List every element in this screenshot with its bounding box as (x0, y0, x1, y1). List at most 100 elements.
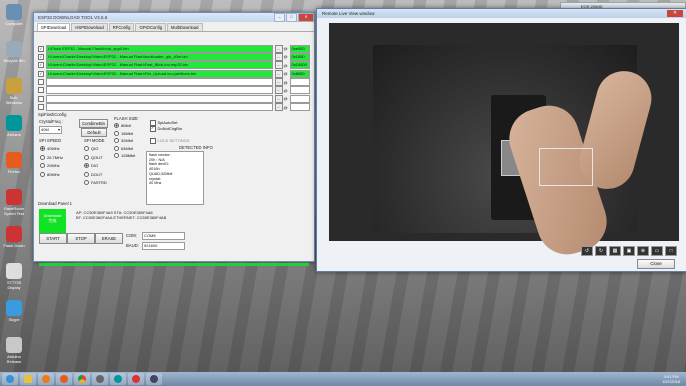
desktop-icon[interactable]: Firefox (2, 152, 26, 174)
spi-auto-set-checkbox[interactable]: SpiAutoSet (150, 120, 178, 126)
grid-icon[interactable]: ▦ (609, 246, 621, 256)
media-player-icon[interactable] (38, 373, 54, 385)
file-path-input[interactable] (45, 78, 273, 87)
flash-size-radio[interactable]: 128Mbit (114, 153, 135, 158)
start-button[interactable]: START (39, 233, 67, 244)
spi-mode-radio[interactable]: FASTRD (84, 180, 107, 185)
desktop-icon[interactable]: ST7735 Display (2, 263, 26, 290)
rotate-left-icon[interactable]: ↺ (581, 246, 593, 256)
esp-titlebar[interactable]: ESP32 DOWNLOAD TOOL V3.6.6 – □ ✕ (34, 13, 314, 22)
file-address-input[interactable]: 0x1000 (289, 52, 311, 61)
browse-button[interactable]: ... (274, 61, 283, 70)
file-address-input[interactable] (289, 103, 311, 112)
fit-icon[interactable]: ▭ (651, 246, 663, 256)
minimize-icon[interactable]: – (274, 13, 285, 22)
desktop-icon[interactable]: RaceRoom Speed Test (2, 189, 26, 216)
lock-settings-checkbox[interactable]: LOCK SETTINGS (150, 138, 190, 144)
arduino-icon[interactable] (110, 373, 126, 385)
remote-live-view-window[interactable]: Remote Live View window ✕ ↺ ↻ ▦ ▣ ⊕ ▭ □ … (316, 8, 686, 272)
maximize-icon[interactable]: □ (286, 13, 297, 22)
com-select[interactable]: COM8 (142, 232, 185, 240)
browse-button[interactable]: ... (274, 86, 283, 95)
desktop-icon[interactable]: Arduino Release (2, 337, 26, 364)
browse-button[interactable]: ... (274, 44, 283, 53)
browse-button[interactable]: ... (274, 94, 283, 103)
explorer-icon[interactable] (20, 373, 36, 385)
white-balance-icon[interactable]: ▣ (623, 246, 635, 256)
file-checkbox[interactable] (38, 95, 44, 102)
flash-size-radio[interactable]: 8Mbit (114, 123, 131, 128)
close-icon[interactable]: ✕ (298, 13, 314, 22)
fullscreen-icon[interactable]: □ (665, 246, 677, 256)
zoom-icon[interactable]: ⊕ (637, 246, 649, 256)
tab-rfconfig[interactable]: RFConfig (108, 23, 135, 31)
firefox-icon[interactable] (56, 373, 72, 385)
file-checkbox[interactable]: ✓ (38, 45, 44, 52)
file-path-input[interactable]: I:\Flash ESP32 - Manual Flash\boot_app0.… (45, 44, 273, 53)
desktop-icon[interactable]: Flash Down (2, 226, 26, 248)
crystal-freq-select[interactable]: 40M ▾ (39, 126, 62, 134)
file-checkbox[interactable] (38, 79, 44, 86)
file-checkbox[interactable]: ✓ (38, 62, 44, 69)
focus-frame[interactable] (539, 148, 593, 186)
desktop-icon[interactable]: Computer (2, 4, 26, 26)
file-address-input[interactable] (289, 86, 311, 95)
browse-button[interactable]: ... (274, 52, 283, 61)
esp-tool-icon[interactable] (128, 373, 144, 385)
browse-button[interactable]: ... (274, 78, 283, 87)
file-path-input[interactable] (45, 94, 273, 103)
tab-multidownload[interactable]: MultiDownload (167, 23, 203, 31)
tab-gpioconfig[interactable]: GPIOConfig (135, 23, 167, 31)
file-path-input[interactable]: I:\Users\Charlie\Desktop\Video\ESP32 - M… (45, 69, 273, 78)
flash-size-radio[interactable]: 64Mbit (114, 145, 133, 151)
live-view-titlebar[interactable]: Remote Live View window ✕ (317, 9, 686, 18)
file-address-input[interactable]: 0x10000 (289, 61, 311, 70)
file-path-input[interactable] (45, 86, 273, 95)
do-not-chg-bin-checkbox[interactable]: ✓ DoNotChgBin (150, 126, 182, 132)
flash-size-radio[interactable]: 32Mbit (114, 138, 133, 143)
combine-bin-button[interactable]: CombineBin (79, 119, 108, 128)
start-orb-icon[interactable] (2, 373, 18, 385)
spi-mode-radio[interactable]: DOUT (84, 171, 102, 177)
file-path-input[interactable] (45, 103, 273, 112)
file-address-input[interactable]: 0x8000 (289, 69, 311, 78)
default-button[interactable]: Default (81, 128, 107, 137)
desktop-icon[interactable]: Skype (2, 300, 26, 322)
file-checkbox[interactable]: ✓ (38, 70, 44, 77)
file-address-input[interactable] (289, 94, 311, 103)
file-path-input[interactable]: I:\Users\Charlie\Desktop\Video\ESP32 - M… (45, 61, 273, 70)
spi-speed-radio[interactable]: 26.7MHz (40, 154, 63, 160)
browse-button[interactable]: ... (274, 69, 283, 78)
clock[interactable]: 4:01 PM 10/1/2018 (662, 374, 680, 384)
spi-mode-radio[interactable]: QOUT (84, 154, 103, 160)
chrome-icon[interactable] (74, 373, 90, 385)
browse-button[interactable]: ... (274, 103, 283, 112)
esp-download-tool-window[interactable]: ESP32 DOWNLOAD TOOL V3.6.6 – □ ✕ SPIDown… (33, 12, 315, 266)
tab-spidownload[interactable]: SPIDownload (37, 23, 71, 31)
baud-select[interactable]: 921600 (142, 242, 185, 250)
desktop-icon[interactable]: Recycle Bin (2, 41, 26, 63)
spi-speed-radio[interactable]: 40MHz (40, 146, 60, 151)
spi-mode-radio[interactable]: DIO (84, 163, 98, 168)
camera-app-icon[interactable] (92, 373, 108, 385)
spi-speed-radio[interactable]: 80MHz (40, 171, 60, 177)
desktop-icon[interactable]: Arduino (2, 115, 26, 137)
app-icon[interactable] (146, 373, 162, 385)
spi-mode-radio[interactable]: QIO (84, 146, 98, 151)
desktop-icon[interactable]: Sub-Windows (2, 78, 26, 105)
tab-hspidownload[interactable]: HSPIDownload (71, 23, 108, 31)
rotate-right-icon[interactable]: ↻ (595, 246, 607, 256)
file-address-input[interactable]: 0xe000 (289, 44, 311, 53)
spi-speed-radio[interactable]: 20MHz (40, 163, 60, 168)
file-checkbox[interactable]: ✓ (38, 53, 44, 60)
close-icon[interactable]: ✕ (667, 10, 683, 17)
file-address-input[interactable] (289, 78, 311, 87)
file-checkbox[interactable] (38, 87, 44, 94)
stop-button[interactable]: STOP (67, 233, 95, 244)
flash-size-radio[interactable]: 16Mbit (114, 130, 133, 136)
close-button[interactable]: Close (637, 259, 675, 269)
camera-live-image[interactable] (373, 45, 658, 263)
file-path-input[interactable]: I:\Users\Charlie\Desktop\Video\ESP32 - M… (45, 52, 273, 61)
erase-button[interactable]: ERASE (95, 233, 123, 244)
file-checkbox[interactable] (38, 104, 44, 111)
